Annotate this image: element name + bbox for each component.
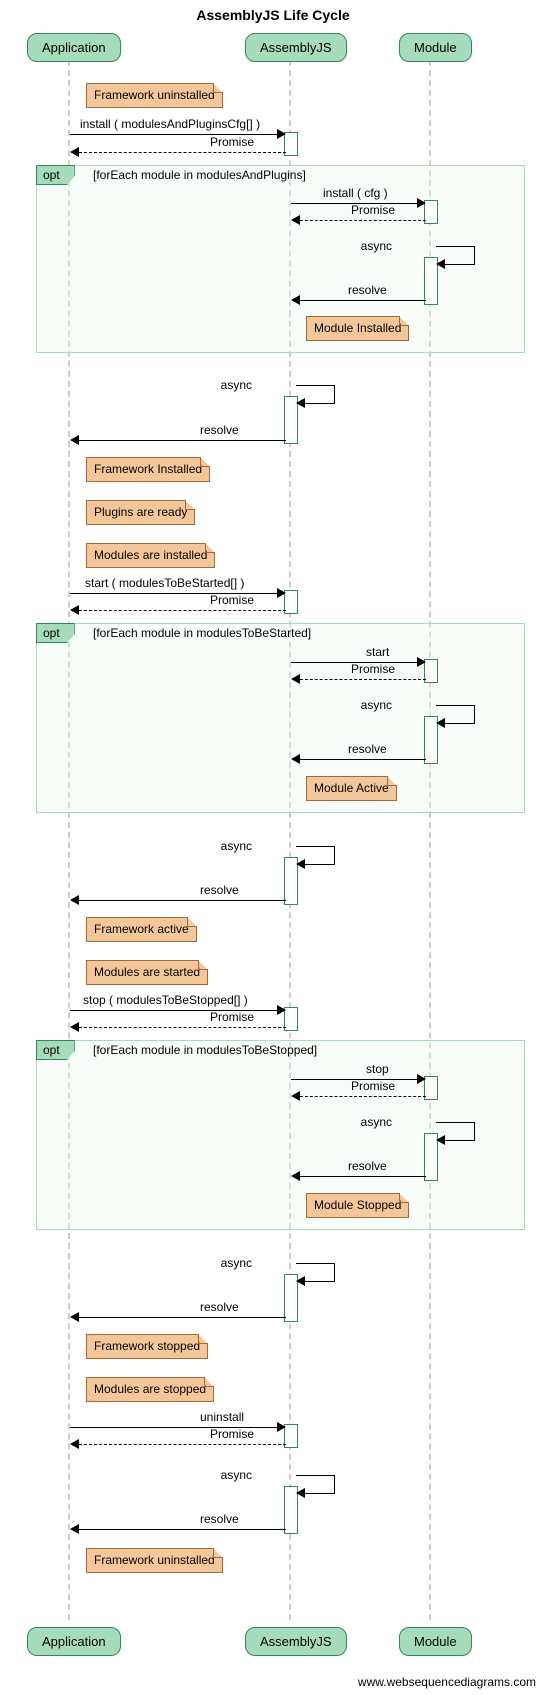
fragment-label: opt: [36, 165, 75, 185]
msg-label: resolve: [348, 1159, 387, 1173]
msg-label: async: [361, 239, 392, 253]
msg-label: Promise: [210, 135, 254, 149]
actor-module-bottom: Module: [399, 1627, 472, 1656]
actor-application-top: Application: [27, 33, 121, 62]
fragment-label: opt: [36, 623, 75, 643]
fragment-guard: [forEach module in modulesAndPlugins]: [93, 168, 306, 182]
msg-label: async: [221, 1256, 252, 1270]
actor-module-top: Module: [399, 33, 472, 62]
activation: [284, 590, 298, 614]
msg-label: resolve: [200, 883, 239, 897]
msg-label: async: [361, 1115, 392, 1129]
msg-label: Promise: [210, 593, 254, 607]
msg-label: resolve: [200, 1512, 239, 1526]
msg-label: Promise: [351, 662, 395, 676]
msg-label: resolve: [200, 423, 239, 437]
activation: [284, 1424, 298, 1448]
note-framework-installed: Framework Installed: [86, 457, 210, 482]
msg-label: Promise: [351, 203, 395, 217]
note-framework-stopped: Framework stopped: [86, 1334, 208, 1359]
msg-label: start ( modulesToBeStarted[] ): [85, 576, 244, 590]
note-plugins-ready: Plugins are ready: [86, 500, 195, 525]
diagram-title: AssemblyJS Life Cycle: [0, 7, 546, 23]
note-framework-uninstalled-2: Framework uninstalled: [86, 1548, 223, 1573]
note-module-active: Module Active: [306, 776, 397, 801]
actor-application-bottom: Application: [27, 1627, 121, 1656]
note-module-installed: Module Installed: [306, 316, 409, 341]
fragment-opt-stop: opt [forEach module in modulesToBeStoppe…: [36, 1040, 525, 1230]
msg-label: async: [221, 378, 252, 392]
msg-label: Promise: [210, 1010, 254, 1024]
fragment-guard: [forEach module in modulesToBeStarted]: [93, 626, 311, 640]
activation: [284, 132, 298, 156]
note-modules-installed: Modules are installed: [86, 543, 215, 568]
msg-label: install ( modulesAndPluginsCfg[] ): [80, 117, 260, 131]
activation: [284, 1007, 298, 1031]
msg-label: Promise: [351, 1079, 395, 1093]
msg-label: install ( cfg ): [323, 186, 388, 200]
actor-assemblyjs-top: AssemblyJS: [245, 33, 347, 62]
msg-label: async: [361, 698, 392, 712]
note-module-stopped: Module Stopped: [306, 1193, 409, 1218]
msg-label: Promise: [210, 1427, 254, 1441]
activation: [424, 659, 438, 683]
msg-label: start: [366, 645, 389, 659]
msg-label: resolve: [200, 1300, 239, 1314]
note-modules-stopped: Modules are stopped: [86, 1377, 214, 1402]
note-modules-started: Modules are started: [86, 960, 208, 985]
note-framework-uninstalled-1: Framework uninstalled: [86, 83, 223, 108]
fragment-label: opt: [36, 1040, 75, 1060]
msg-label: resolve: [348, 742, 387, 756]
fragment-opt-install: opt [forEach module in modulesAndPlugins…: [36, 165, 525, 353]
msg-label: async: [221, 1468, 252, 1482]
msg-label: uninstall: [200, 1410, 244, 1424]
msg-label: stop: [366, 1062, 389, 1076]
activation: [424, 1076, 438, 1100]
msg-label: async: [221, 839, 252, 853]
activation: [424, 200, 438, 224]
fragment-guard: [forEach module in modulesToBeStopped]: [93, 1043, 317, 1057]
msg-label: stop ( modulesToBeStopped[] ): [83, 993, 248, 1007]
actor-assemblyjs-bottom: AssemblyJS: [245, 1627, 347, 1656]
msg-label: resolve: [348, 283, 387, 297]
footer-link[interactable]: www.websequencediagrams.com: [358, 1675, 536, 1689]
note-framework-active: Framework active: [86, 917, 197, 942]
fragment-opt-start: opt [forEach module in modulesToBeStarte…: [36, 623, 525, 813]
sequence-diagram: AssemblyJS Life Cycle Application Assemb…: [0, 0, 546, 1695]
